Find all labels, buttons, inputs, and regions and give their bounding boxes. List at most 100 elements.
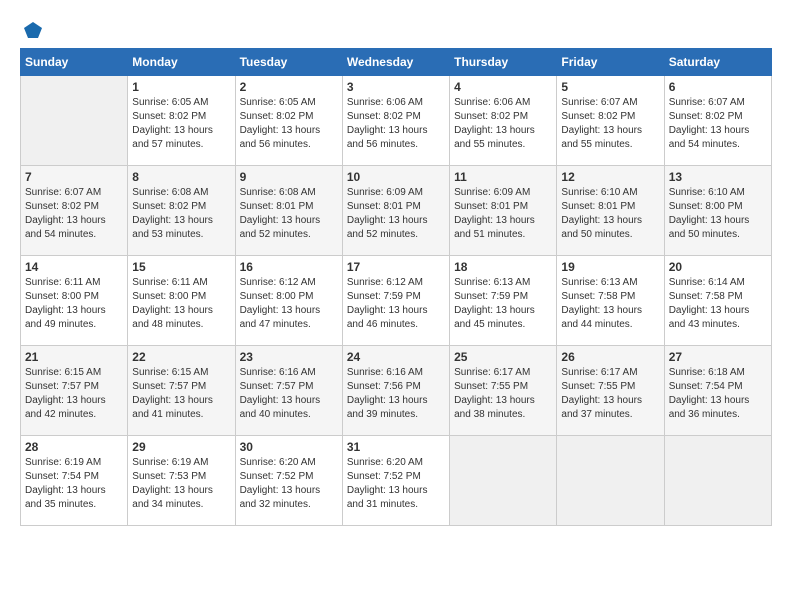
calendar-cell: 16 Sunrise: 6:12 AMSunset: 8:00 PMDayligh… [235, 256, 342, 346]
calendar-cell [450, 436, 557, 526]
calendar-cell: 9 Sunrise: 6:08 AMSunset: 8:01 PMDaylight… [235, 166, 342, 256]
day-number: 16 [240, 260, 338, 274]
day-info: Sunrise: 6:11 AMSunset: 8:00 PMDaylight:… [25, 276, 123, 332]
day-number: 24 [347, 350, 445, 364]
day-info: Sunrise: 6:09 AMSunset: 8:01 PMDaylight:… [347, 186, 445, 242]
calendar-cell: 18 Sunrise: 6:13 AMSunset: 7:59 PMDayligh… [450, 256, 557, 346]
day-info: Sunrise: 6:14 AMSunset: 7:58 PMDaylight:… [669, 276, 767, 332]
day-number: 10 [347, 170, 445, 184]
day-info: Sunrise: 6:07 AMSunset: 8:02 PMDaylight:… [561, 96, 659, 152]
day-info: Sunrise: 6:05 AMSunset: 8:02 PMDaylight:… [132, 96, 230, 152]
calendar-week-5: 28 Sunrise: 6:19 AMSunset: 7:54 PMDayligh… [21, 436, 772, 526]
calendar-cell [557, 436, 664, 526]
day-number: 23 [240, 350, 338, 364]
day-info: Sunrise: 6:15 AMSunset: 7:57 PMDaylight:… [25, 366, 123, 422]
day-number: 15 [132, 260, 230, 274]
day-info: Sunrise: 6:15 AMSunset: 7:57 PMDaylight:… [132, 366, 230, 422]
weekday-header-saturday: Saturday [664, 49, 771, 76]
calendar-cell [21, 76, 128, 166]
calendar-week-2: 7 Sunrise: 6:07 AMSunset: 8:02 PMDaylight… [21, 166, 772, 256]
day-number: 31 [347, 440, 445, 454]
calendar-cell: 1 Sunrise: 6:05 AMSunset: 8:02 PMDaylight… [128, 76, 235, 166]
day-number: 17 [347, 260, 445, 274]
day-number: 26 [561, 350, 659, 364]
day-info: Sunrise: 6:20 AMSunset: 7:52 PMDaylight:… [240, 456, 338, 512]
day-number: 1 [132, 80, 230, 94]
day-number: 12 [561, 170, 659, 184]
day-info: Sunrise: 6:18 AMSunset: 7:54 PMDaylight:… [669, 366, 767, 422]
day-number: 25 [454, 350, 552, 364]
day-info: Sunrise: 6:08 AMSunset: 8:01 PMDaylight:… [240, 186, 338, 242]
day-info: Sunrise: 6:13 AMSunset: 7:58 PMDaylight:… [561, 276, 659, 332]
day-info: Sunrise: 6:07 AMSunset: 8:02 PMDaylight:… [669, 96, 767, 152]
day-number: 21 [25, 350, 123, 364]
day-number: 30 [240, 440, 338, 454]
calendar-cell: 13Sunrise: 6:10 AMSunset: 8:00 PMDayligh… [664, 166, 771, 256]
day-number: 6 [669, 80, 767, 94]
day-number: 4 [454, 80, 552, 94]
day-info: Sunrise: 6:08 AMSunset: 8:02 PMDaylight:… [132, 186, 230, 242]
day-info: Sunrise: 6:12 AMSunset: 7:59 PMDaylight:… [347, 276, 445, 332]
calendar-cell: 24 Sunrise: 6:16 AMSunset: 7:56 PMDayligh… [342, 346, 449, 436]
day-number: 11 [454, 170, 552, 184]
day-number: 8 [132, 170, 230, 184]
calendar-cell: 5Sunrise: 6:07 AMSunset: 8:02 PMDaylight… [557, 76, 664, 166]
calendar-week-1: 1 Sunrise: 6:05 AMSunset: 8:02 PMDaylight… [21, 76, 772, 166]
day-info: Sunrise: 6:13 AMSunset: 7:59 PMDaylight:… [454, 276, 552, 332]
calendar-table: SundayMondayTuesdayWednesdayThursdayFrid… [20, 48, 772, 526]
day-number: 7 [25, 170, 123, 184]
day-number: 14 [25, 260, 123, 274]
calendar-cell: 21 Sunrise: 6:15 AMSunset: 7:57 PMDayligh… [21, 346, 128, 436]
day-info: Sunrise: 6:06 AMSunset: 8:02 PMDaylight:… [347, 96, 445, 152]
day-info: Sunrise: 6:07 AMSunset: 8:02 PMDaylight:… [25, 186, 123, 242]
page-header [20, 20, 772, 38]
day-info: Sunrise: 6:16 AMSunset: 7:57 PMDaylight:… [240, 366, 338, 422]
day-number: 9 [240, 170, 338, 184]
calendar-cell: 27 Sunrise: 6:18 AMSunset: 7:54 PMDayligh… [664, 346, 771, 436]
weekday-header-row: SundayMondayTuesdayWednesdayThursdayFrid… [21, 49, 772, 76]
calendar-cell: 20 Sunrise: 6:14 AMSunset: 7:58 PMDayligh… [664, 256, 771, 346]
calendar-cell [664, 436, 771, 526]
day-info: Sunrise: 6:10 AMSunset: 8:00 PMDaylight:… [669, 186, 767, 242]
calendar-cell: 15 Sunrise: 6:11 AMSunset: 8:00 PMDayligh… [128, 256, 235, 346]
day-info: Sunrise: 6:11 AMSunset: 8:00 PMDaylight:… [132, 276, 230, 332]
calendar-cell: 17 Sunrise: 6:12 AMSunset: 7:59 PMDayligh… [342, 256, 449, 346]
day-number: 22 [132, 350, 230, 364]
logo-flag-icon [22, 20, 44, 42]
weekday-header-sunday: Sunday [21, 49, 128, 76]
day-info: Sunrise: 6:12 AMSunset: 8:00 PMDaylight:… [240, 276, 338, 332]
day-info: Sunrise: 6:16 AMSunset: 7:56 PMDaylight:… [347, 366, 445, 422]
day-number: 3 [347, 80, 445, 94]
day-number: 27 [669, 350, 767, 364]
weekday-header-thursday: Thursday [450, 49, 557, 76]
calendar-cell: 26 Sunrise: 6:17 AMSunset: 7:55 PMDayligh… [557, 346, 664, 436]
calendar-cell: 10 Sunrise: 6:09 AMSunset: 8:01 PMDayligh… [342, 166, 449, 256]
weekday-header-friday: Friday [557, 49, 664, 76]
calendar-cell: 8 Sunrise: 6:08 AMSunset: 8:02 PMDaylight… [128, 166, 235, 256]
calendar-cell: 28 Sunrise: 6:19 AMSunset: 7:54 PMDayligh… [21, 436, 128, 526]
calendar-cell: 29Sunrise: 6:19 AMSunset: 7:53 PMDayligh… [128, 436, 235, 526]
day-info: Sunrise: 6:17 AMSunset: 7:55 PMDaylight:… [561, 366, 659, 422]
calendar-cell: 22 Sunrise: 6:15 AMSunset: 7:57 PMDayligh… [128, 346, 235, 436]
calendar-cell: 11Sunrise: 6:09 AMSunset: 8:01 PMDayligh… [450, 166, 557, 256]
day-info: Sunrise: 6:17 AMSunset: 7:55 PMDaylight:… [454, 366, 552, 422]
calendar-cell: 4 Sunrise: 6:06 AMSunset: 8:02 PMDaylight… [450, 76, 557, 166]
day-number: 18 [454, 260, 552, 274]
calendar-week-3: 14 Sunrise: 6:11 AMSunset: 8:00 PMDayligh… [21, 256, 772, 346]
calendar-cell: 23 Sunrise: 6:16 AMSunset: 7:57 PMDayligh… [235, 346, 342, 436]
day-info: Sunrise: 6:19 AMSunset: 7:53 PMDaylight:… [132, 456, 230, 512]
calendar-cell: 2Sunrise: 6:05 AMSunset: 8:02 PMDaylight… [235, 76, 342, 166]
day-number: 20 [669, 260, 767, 274]
day-info: Sunrise: 6:10 AMSunset: 8:01 PMDaylight:… [561, 186, 659, 242]
calendar-cell: 19Sunrise: 6:13 AMSunset: 7:58 PMDayligh… [557, 256, 664, 346]
calendar-cell: 25 Sunrise: 6:17 AMSunset: 7:55 PMDayligh… [450, 346, 557, 436]
day-info: Sunrise: 6:06 AMSunset: 8:02 PMDaylight:… [454, 96, 552, 152]
weekday-header-tuesday: Tuesday [235, 49, 342, 76]
calendar-cell: 7 Sunrise: 6:07 AMSunset: 8:02 PMDaylight… [21, 166, 128, 256]
day-info: Sunrise: 6:19 AMSunset: 7:54 PMDaylight:… [25, 456, 123, 512]
calendar-cell: 14 Sunrise: 6:11 AMSunset: 8:00 PMDayligh… [21, 256, 128, 346]
calendar-cell: 6 Sunrise: 6:07 AMSunset: 8:02 PMDaylight… [664, 76, 771, 166]
calendar-cell: 12 Sunrise: 6:10 AMSunset: 8:01 PMDayligh… [557, 166, 664, 256]
calendar-cell: 30 Sunrise: 6:20 AMSunset: 7:52 PMDayligh… [235, 436, 342, 526]
day-number: 28 [25, 440, 123, 454]
